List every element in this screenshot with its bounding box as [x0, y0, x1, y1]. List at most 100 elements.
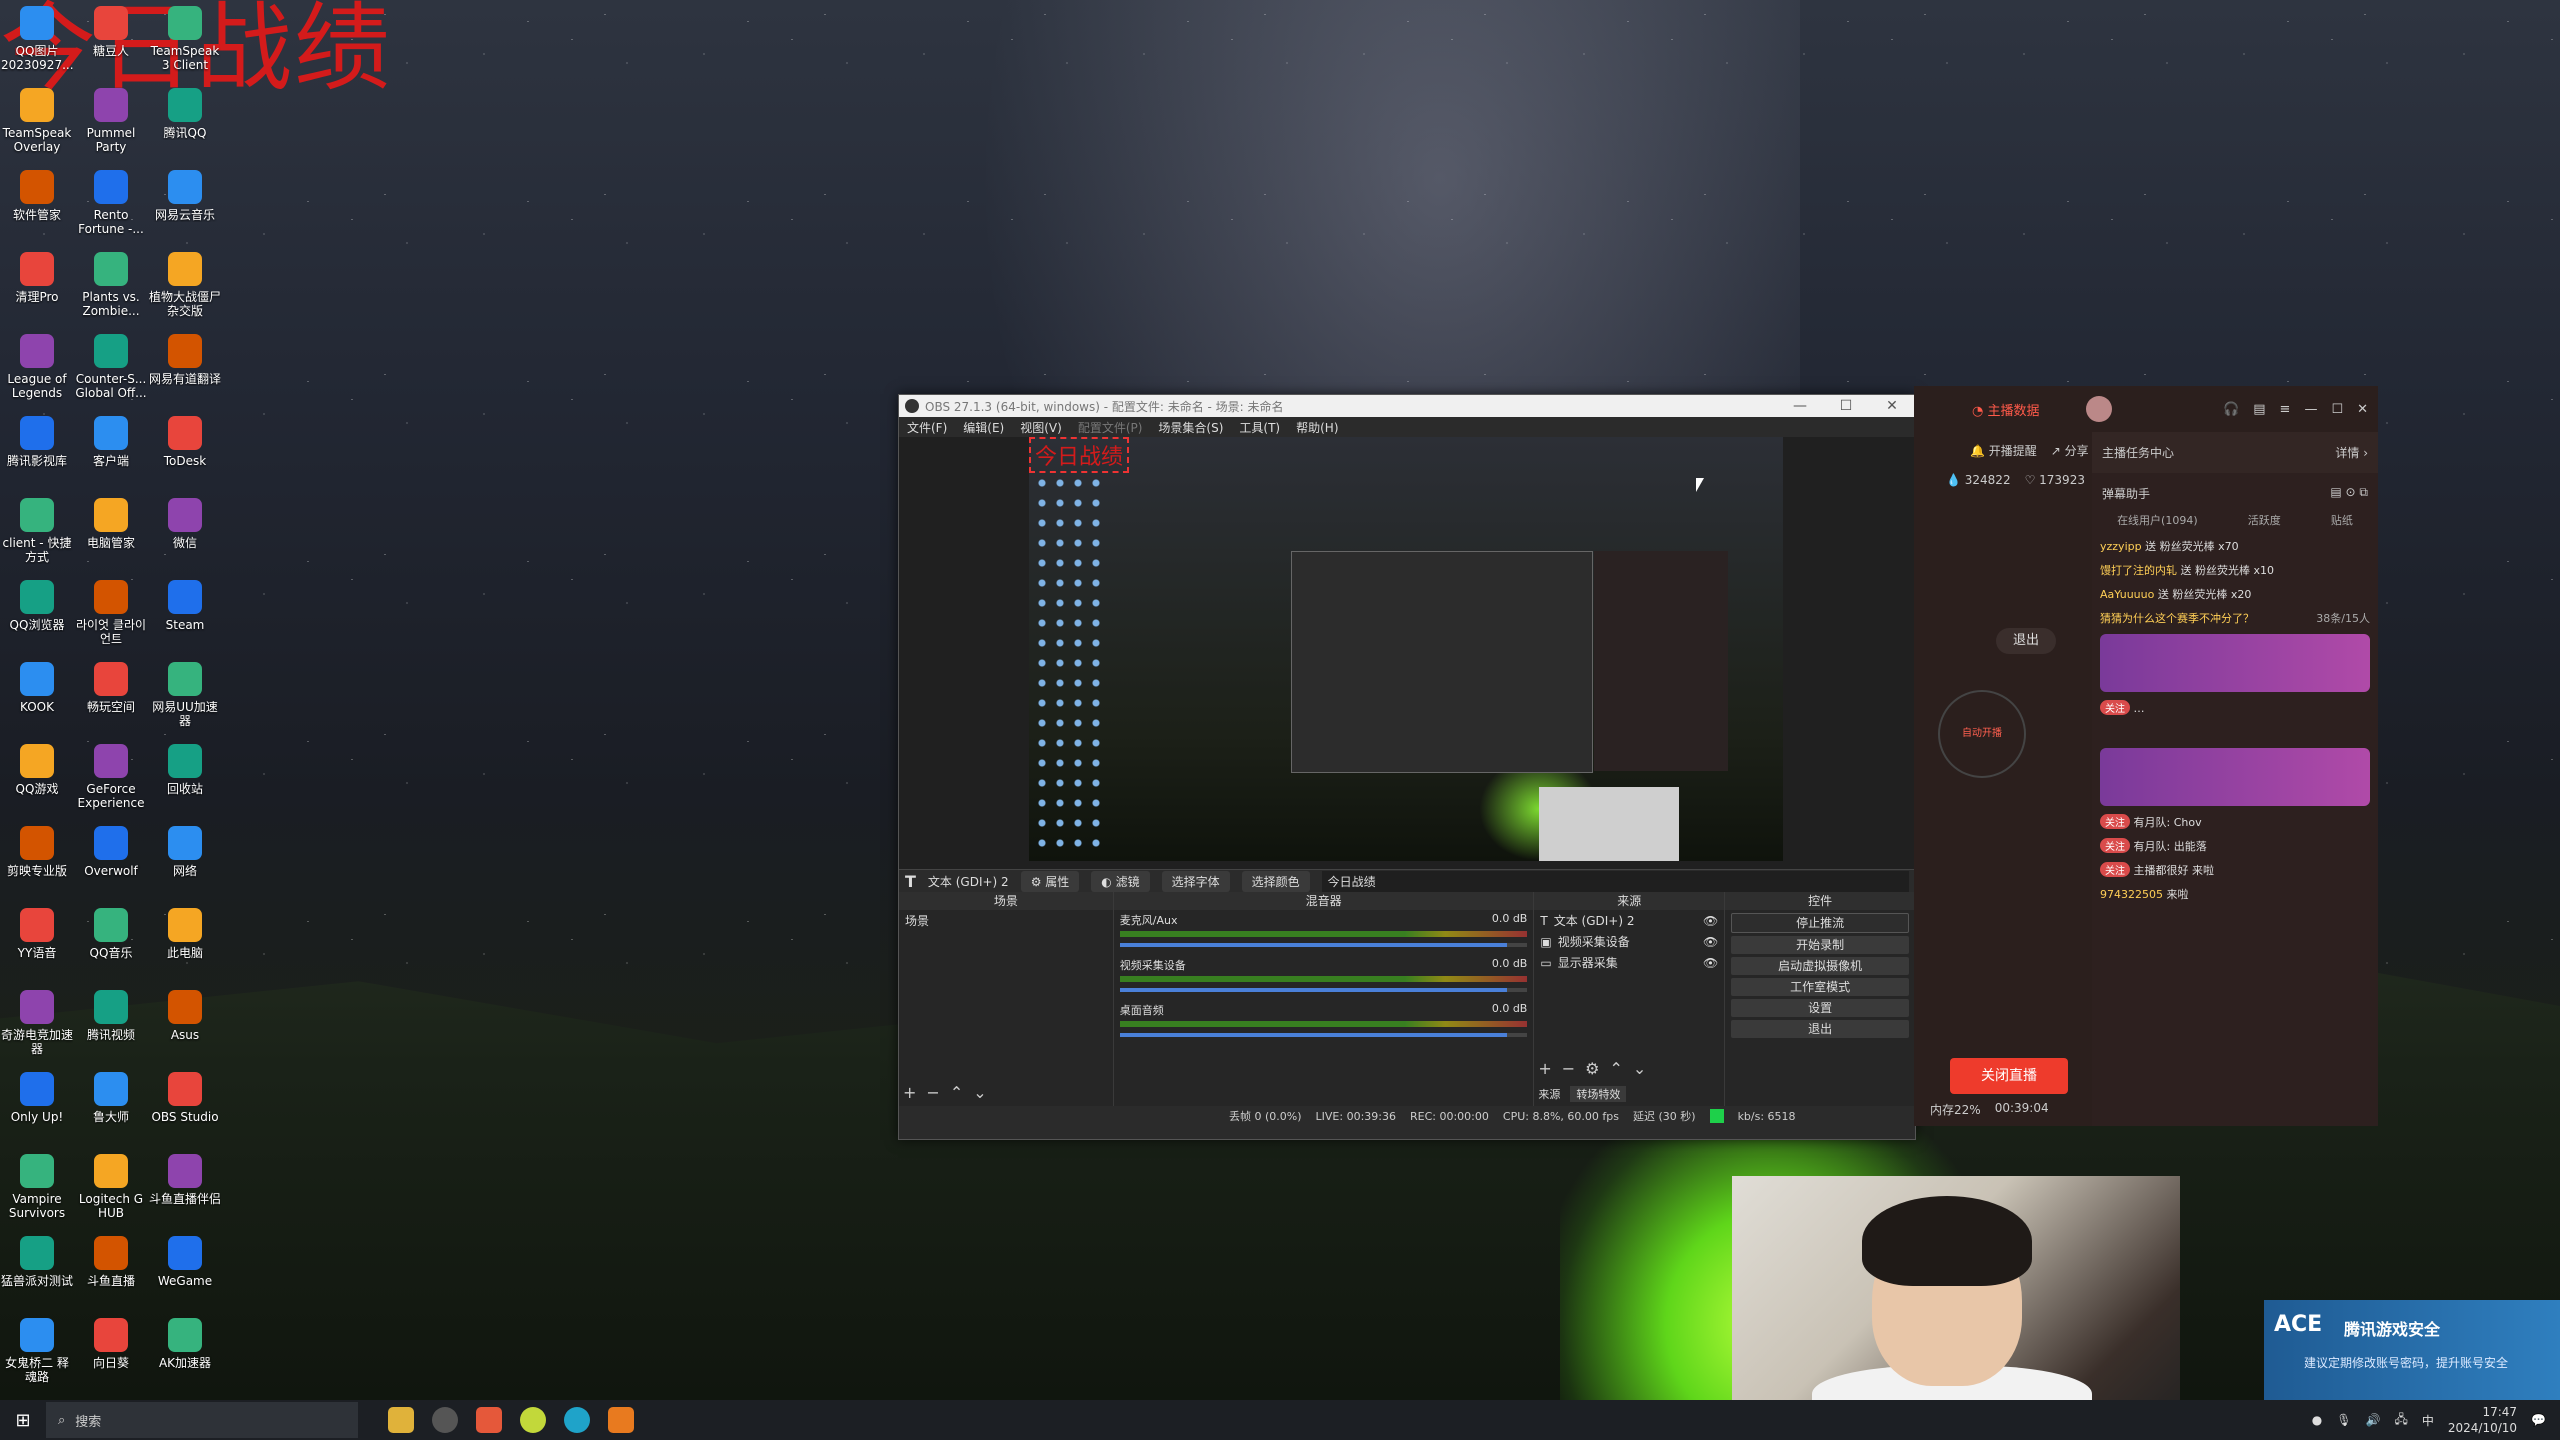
studio-mode-button[interactable]: 工作室模式: [1731, 978, 1909, 996]
desktop-icon[interactable]: 斗鱼直播: [74, 1230, 148, 1312]
desktop-icon[interactable]: 网易有道翻译: [148, 328, 222, 410]
desktop-icon[interactable]: 网络: [148, 820, 222, 902]
desktop-icon[interactable]: QQ音乐: [74, 902, 148, 984]
anchor-data-tag[interactable]: ◔ 主播数据: [1972, 400, 2040, 419]
start-recording-button[interactable]: 开始录制: [1731, 936, 1909, 954]
avatar[interactable]: [2085, 396, 2112, 422]
desktop-icon[interactable]: QQ浏览器: [0, 574, 74, 656]
properties-button[interactable]: ⚙ 属性: [1020, 870, 1080, 892]
source-item[interactable]: ▭ 显示器采集 👁: [1534, 952, 1724, 973]
filters-button[interactable]: ◐ 滤镜: [1091, 870, 1150, 892]
volume-slider[interactable]: [1119, 988, 1528, 992]
move-up-icon[interactable]: ⌃: [950, 1083, 963, 1102]
desktop-icon[interactable]: 腾讯影视库: [0, 410, 74, 492]
desktop-icon[interactable]: ToDesk: [148, 410, 222, 492]
desktop-icon[interactable]: Vampire Survivors: [0, 1148, 74, 1230]
desktop-icon[interactable]: Only Up!: [0, 1066, 74, 1148]
close-icon[interactable]: ✕: [1869, 398, 1915, 414]
desktop-icon[interactable]: GeForce Experience: [74, 738, 148, 820]
exit-button[interactable]: 退出: [1731, 1020, 1909, 1038]
taskbar-search[interactable]: ⌕ 搜索: [46, 1402, 358, 1438]
minimize-icon[interactable]: —: [1777, 398, 1823, 414]
taskbar-obs-icon[interactable]: [432, 1407, 458, 1433]
clock[interactable]: 17:47 2024/10/10: [2448, 1404, 2517, 1436]
desktop-icon[interactable]: 植物大战僵尸杂交版: [148, 246, 222, 328]
tab-stickers[interactable]: 贴纸: [2331, 512, 2353, 528]
preview-canvas[interactable]: 今日战绩: [1029, 437, 1783, 861]
exit-button[interactable]: 退出: [1996, 628, 2056, 654]
desktop-icon[interactable]: 客户端: [74, 410, 148, 492]
text-value-field[interactable]: 今日战绩: [1321, 870, 1909, 892]
add-icon[interactable]: +: [1538, 1059, 1551, 1078]
eye-icon[interactable]: 👁: [1703, 956, 1718, 970]
remove-icon[interactable]: −: [1562, 1059, 1575, 1078]
desktop-icon[interactable]: OBS Studio: [148, 1066, 222, 1148]
microphone-icon[interactable]: 🎙: [2336, 1413, 2351, 1427]
desktop-icon[interactable]: YY语音: [0, 902, 74, 984]
menu-scene-collection[interactable]: 场景集合(S): [1158, 419, 1223, 436]
desktop-icon[interactable]: 腾讯QQ: [148, 82, 222, 164]
stop-streaming-button[interactable]: 停止推流: [1731, 913, 1909, 933]
maximize-icon[interactable]: ☐: [1823, 398, 1869, 414]
desktop-icon[interactable]: 畅玩空间: [74, 656, 148, 738]
taskbar-app-icon[interactable]: [388, 1407, 414, 1433]
desktop-icon[interactable]: 清理Pro: [0, 246, 74, 328]
desktop-icon[interactable]: 腾讯视频: [74, 984, 148, 1066]
windows-start-icon[interactable]: ⊞: [0, 1410, 46, 1431]
move-down-icon[interactable]: ⌄: [1633, 1059, 1646, 1078]
menu-profile[interactable]: 配置文件(P): [1078, 419, 1143, 436]
volume-slider[interactable]: [1119, 943, 1528, 947]
move-up-icon[interactable]: ⌃: [1610, 1059, 1623, 1078]
details-link[interactable]: 详情 ›: [2335, 444, 2368, 461]
danmu-tools-icons[interactable]: ▤ ⊙ ⧉: [2330, 485, 2368, 502]
auto-start-ring[interactable]: 自动开播: [1938, 690, 2026, 778]
desktop-icon[interactable]: Rento Fortune -...: [74, 164, 148, 246]
volume-icon[interactable]: 🔊: [2366, 1413, 2381, 1427]
menu-icon[interactable]: ≡: [2280, 402, 2291, 417]
headset-icon[interactable]: 🎧: [2223, 402, 2239, 417]
minimize-icon[interactable]: —: [2304, 402, 2317, 417]
obs-titlebar[interactable]: OBS 27.1.3 (64-bit, windows) - 配置文件: 未命名…: [899, 395, 1915, 417]
eye-icon[interactable]: 👁: [1703, 914, 1718, 928]
scene-item[interactable]: 场景: [899, 910, 1113, 931]
virtual-camera-button[interactable]: 启动虚拟摄像机: [1731, 957, 1909, 975]
notification-icon[interactable]: 💬: [2531, 1413, 2546, 1427]
desktop-icon[interactable]: 电脑管家: [74, 492, 148, 574]
desktop-icon[interactable]: WeGame: [148, 1230, 222, 1312]
taskbar-app-icon[interactable]: [520, 1407, 546, 1433]
ime-indicator[interactable]: 中: [2422, 1412, 2434, 1429]
volume-slider[interactable]: [1119, 1033, 1528, 1037]
settings-button[interactable]: 设置: [1731, 999, 1909, 1017]
close-icon[interactable]: ✕: [2357, 402, 2368, 417]
select-color-button[interactable]: 选择颜色: [1241, 870, 1310, 892]
preview-text-source[interactable]: 今日战绩: [1029, 437, 1130, 473]
desktop-icon[interactable]: TeamSpeak 3 Client: [148, 0, 222, 82]
desktop-icon[interactable]: 向日葵: [74, 1312, 148, 1394]
source-item[interactable]: ▣ 视频采集设备 👁: [1534, 931, 1724, 952]
desktop-icon[interactable]: 微信: [148, 492, 222, 574]
desktop-icon[interactable]: 라이엇 클라이언트: [74, 574, 148, 656]
notes-icon[interactable]: ▤: [2253, 402, 2265, 417]
desktop-icon[interactable]: Pummel Party: [74, 82, 148, 164]
desktop-icon[interactable]: 回收站: [148, 738, 222, 820]
menu-help[interactable]: 帮助(H): [1296, 419, 1338, 436]
desktop-icon[interactable]: 网易云音乐: [148, 164, 222, 246]
menu-edit[interactable]: 编辑(E): [963, 419, 1004, 436]
desktop-icon[interactable]: TeamSpeak Overlay: [0, 82, 74, 164]
tray-icon[interactable]: ●: [2312, 1413, 2322, 1427]
eye-icon[interactable]: 👁: [1703, 935, 1718, 949]
move-down-icon[interactable]: ⌄: [973, 1083, 986, 1102]
menu-file[interactable]: 文件(F): [907, 419, 947, 436]
desktop-icon[interactable]: KOOK: [0, 656, 74, 738]
menu-view[interactable]: 视图(V): [1020, 419, 1062, 436]
menu-tools[interactable]: 工具(T): [1239, 419, 1280, 436]
desktop-icon[interactable]: Counter-S... Global Off...: [74, 328, 148, 410]
share-button[interactable]: ↗ 分享: [2051, 442, 2089, 459]
tab-activity[interactable]: 活跃度: [2248, 512, 2281, 528]
desktop-icon[interactable]: Asus: [148, 984, 222, 1066]
desktop-icon[interactable]: 女鬼桥二 释魂路: [0, 1312, 74, 1394]
desktop-icon[interactable]: AK加速器: [148, 1312, 222, 1394]
desktop-icon[interactable]: 网易UU加速器: [148, 656, 222, 738]
tab-transitions[interactable]: 转场特效: [1570, 1086, 1627, 1102]
desktop-icon[interactable]: 斗鱼直播伴侣: [148, 1148, 222, 1230]
